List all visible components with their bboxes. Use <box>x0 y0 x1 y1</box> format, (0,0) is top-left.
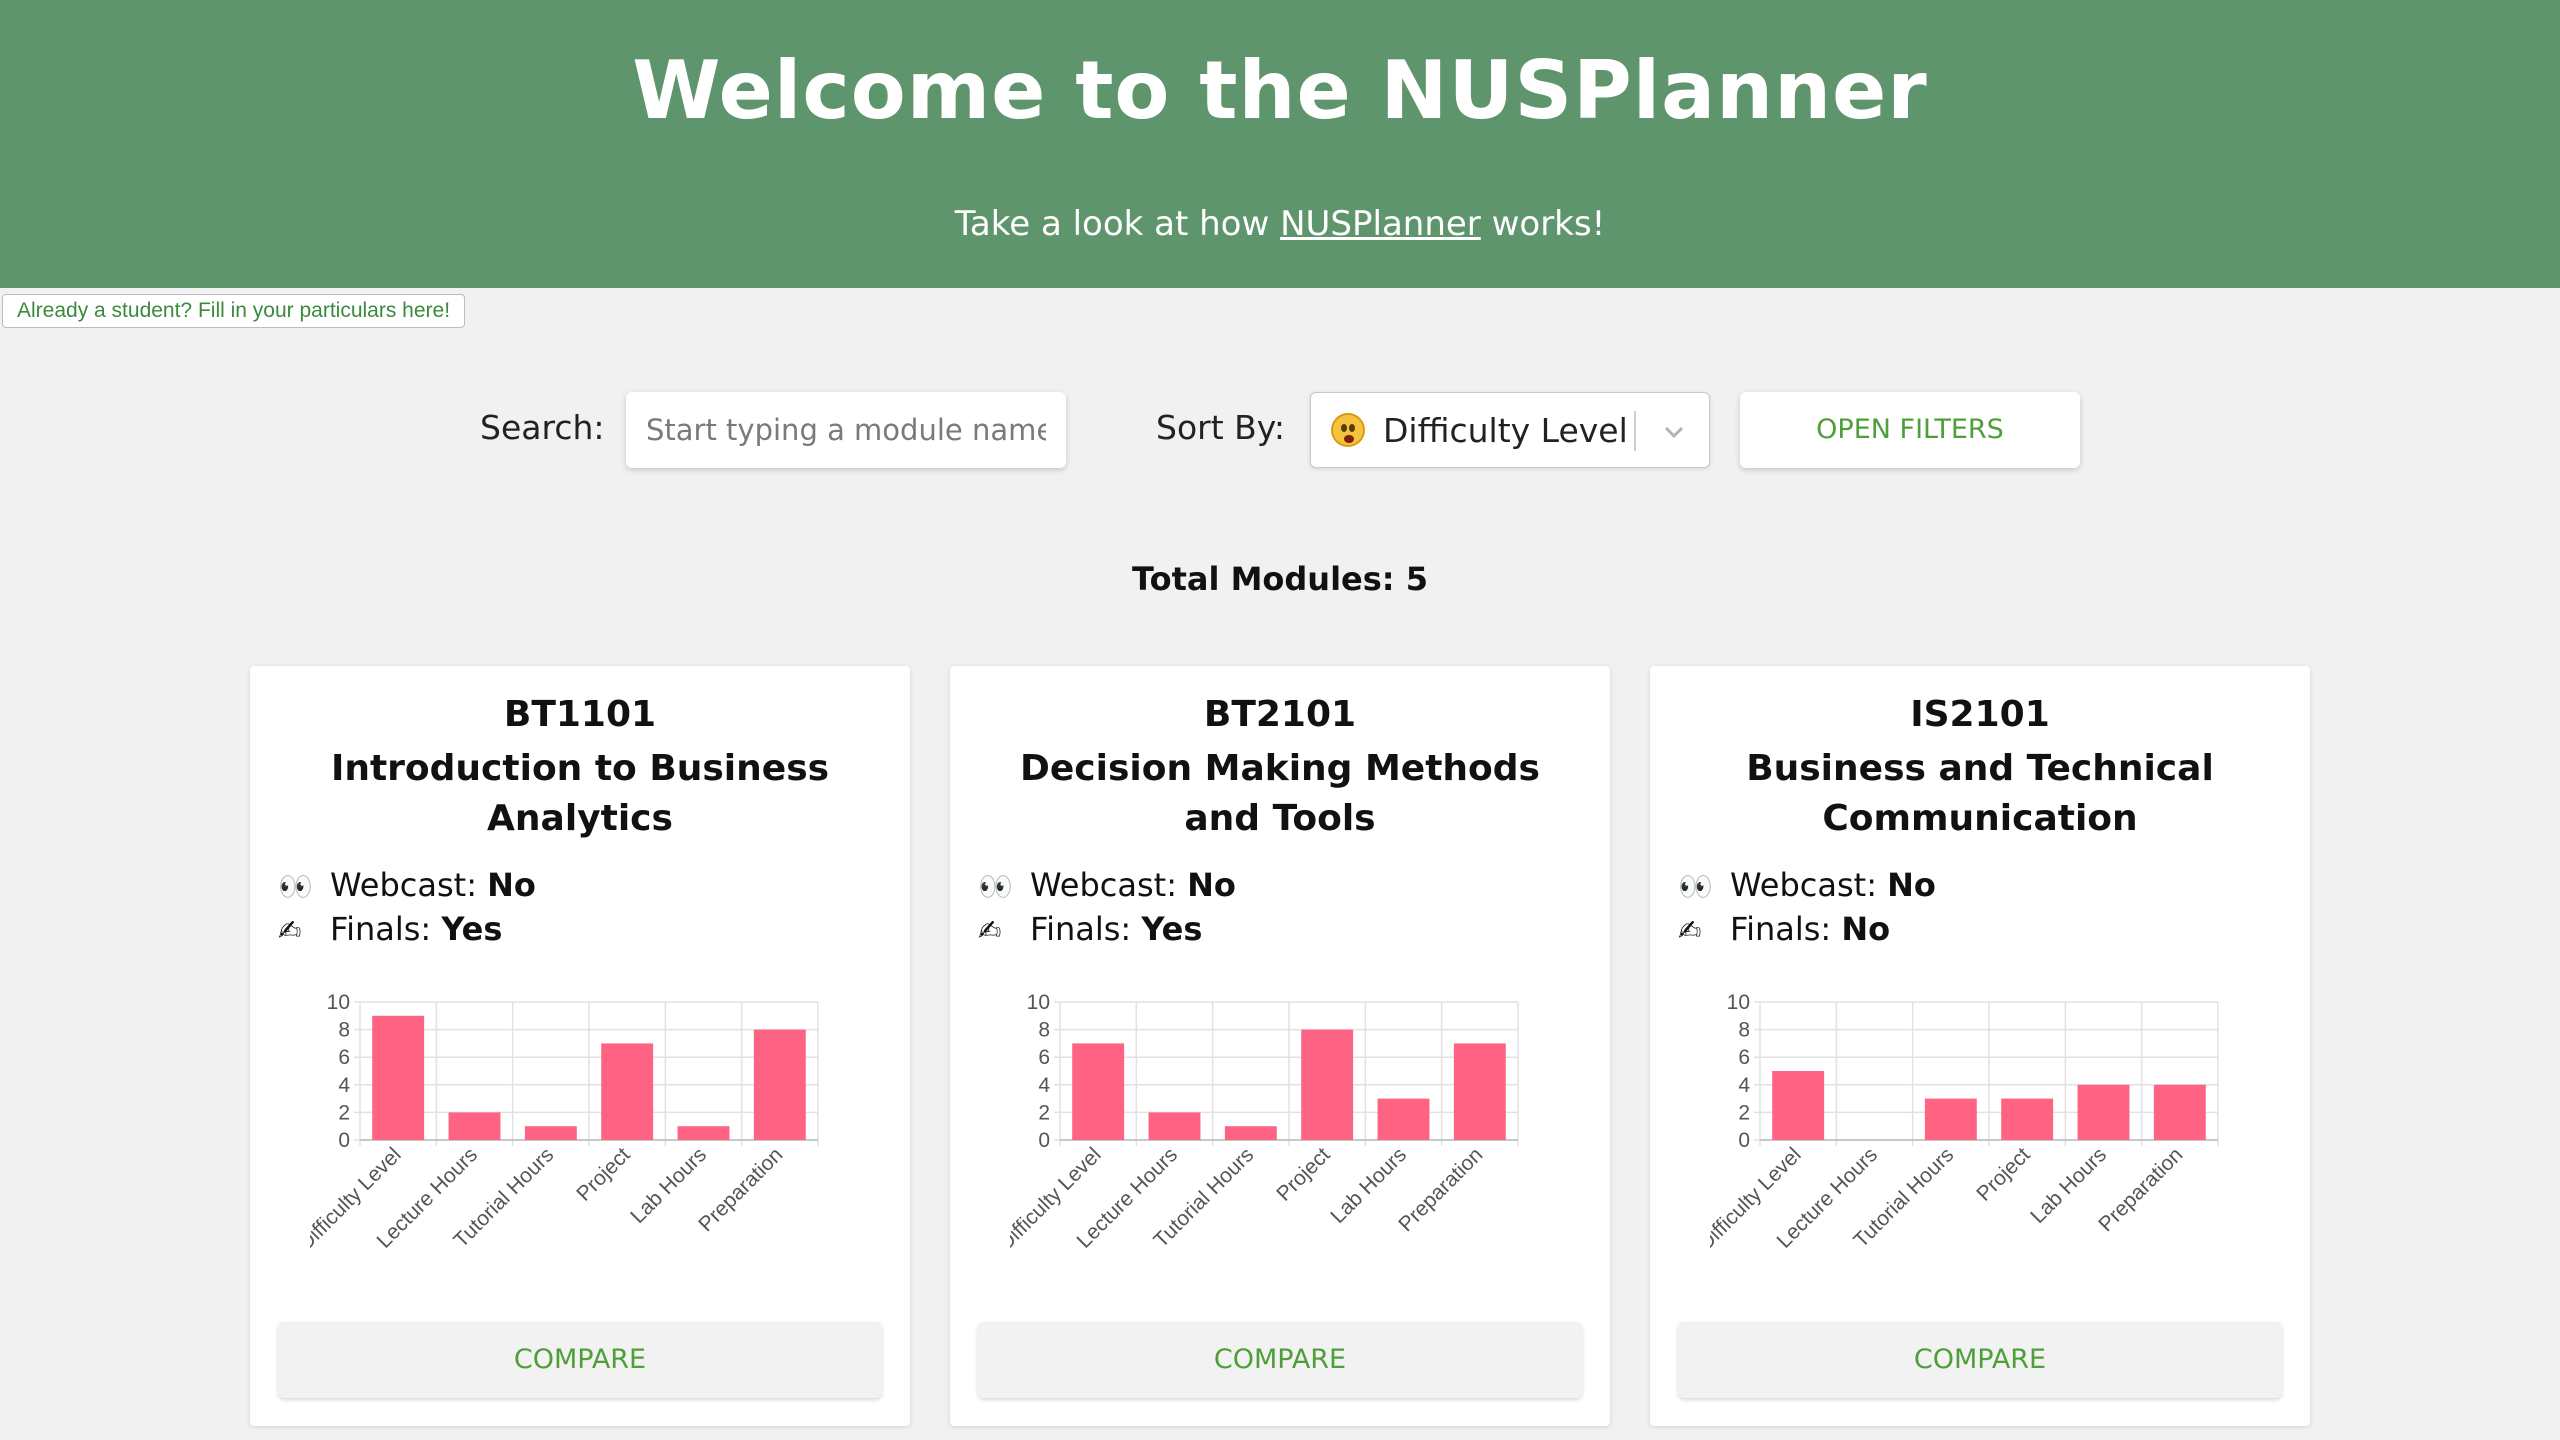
y-tick-label: 10 <box>1027 991 1050 1014</box>
y-tick-label: 4 <box>338 1074 350 1097</box>
webcast-label: Webcast: <box>1030 866 1188 904</box>
eyes-icon: 👀 <box>1678 870 1713 903</box>
nusplanner-link[interactable]: NUSPlanner <box>1280 204 1481 244</box>
webcast-row: 👀 Webcast: No <box>1678 866 1936 904</box>
page-subtitle: Take a look at how NUSPlanner works! <box>0 204 2560 244</box>
module-title: Introduction to Business Analytics <box>330 748 830 839</box>
finals-label: Finals: <box>1730 910 1842 948</box>
module-stats-chart: 0246810Difficulty LevelLecture HoursTuto… <box>1710 991 2219 1255</box>
module-code: IS2101 <box>1910 694 2050 735</box>
webcast-label: Webcast: <box>1730 866 1888 904</box>
y-tick-label: 2 <box>1738 1101 1750 1124</box>
y-tick-label: 10 <box>1727 991 1750 1014</box>
y-tick-label: 6 <box>1038 1046 1050 1069</box>
y-tick-label: 8 <box>1038 1019 1050 1042</box>
y-tick-label: 0 <box>1738 1129 1750 1152</box>
finals-label: Finals: <box>330 910 442 948</box>
chart-bar <box>1301 1029 1354 1140</box>
chart-bar <box>753 1029 806 1140</box>
sort-selected-value: Difficulty Level <box>1383 411 1628 450</box>
chart-bar <box>448 1112 501 1140</box>
chevron-down-icon[interactable] <box>1659 417 1689 447</box>
compare-button[interactable]: COMPARE <box>278 1322 882 1398</box>
compare-button[interactable]: COMPARE <box>1678 1322 2282 1398</box>
chart-bar <box>601 1043 654 1140</box>
search-input[interactable] <box>626 392 1066 468</box>
chart-bar <box>2001 1098 2054 1140</box>
x-tick-label: Project <box>1972 1143 2035 1206</box>
sort-label: Sort By: <box>1156 408 1286 447</box>
chart-bar <box>1072 1043 1125 1140</box>
header-banner: Welcome to the NUSPlanner Take a look at… <box>0 0 2560 288</box>
module-stats-chart: 0246810Difficulty LevelLecture HoursTuto… <box>310 991 819 1255</box>
webcast-label: Webcast: <box>330 866 488 904</box>
writing-hand-icon: ✍ <box>1678 914 1702 947</box>
y-tick-label: 6 <box>338 1046 350 1069</box>
finals-label: Finals: <box>1030 910 1142 948</box>
finals-value: No <box>1841 910 1891 948</box>
webcast-value: No <box>487 866 536 904</box>
writing-hand-icon: ✍ <box>978 914 1002 947</box>
chart-bar <box>372 1015 425 1140</box>
y-tick-label: 4 <box>1038 1074 1050 1097</box>
module-title: Decision Making Methods and Tools <box>1020 748 1540 839</box>
x-tick-label: Project <box>572 1143 635 1206</box>
search-label: Search: <box>480 408 605 447</box>
y-tick-label: 4 <box>1738 1074 1750 1097</box>
chart-bar <box>1453 1043 1506 1140</box>
select-separator <box>1634 411 1636 451</box>
finals-row: ✍ Finals: Yes <box>978 910 1202 948</box>
chart-bar <box>1224 1126 1277 1140</box>
y-tick-label: 2 <box>338 1101 350 1124</box>
finals-row: ✍ Finals: Yes <box>278 910 502 948</box>
webcast-row: 👀 Webcast: No <box>978 866 1236 904</box>
finals-value: Yes <box>1141 910 1203 948</box>
y-tick-label: 10 <box>327 991 350 1014</box>
y-tick-label: 6 <box>1738 1046 1750 1069</box>
finals-value: Yes <box>441 910 503 948</box>
chart-bar <box>677 1126 730 1140</box>
writing-hand-icon: ✍ <box>278 914 302 947</box>
chart-bar <box>1772 1071 1825 1140</box>
chart-bar <box>1924 1098 1977 1140</box>
eyes-icon: 👀 <box>278 870 313 903</box>
student-particulars-button[interactable]: Already a student? Fill in your particul… <box>2 294 466 328</box>
module-code: BT2101 <box>1203 694 1357 735</box>
module-card: IS2101 Business and Technical Communicat… <box>1650 666 2310 1426</box>
module-code: BT1101 <box>503 694 657 735</box>
compare-button[interactable]: COMPARE <box>978 1322 1582 1398</box>
y-tick-label: 8 <box>1738 1019 1750 1042</box>
y-tick-label: 2 <box>1038 1101 1050 1124</box>
chart-bar <box>1377 1098 1430 1140</box>
sort-select[interactable]: Difficulty Level <box>1310 392 1710 468</box>
y-tick-label: 0 <box>338 1129 350 1152</box>
webcast-value: No <box>1187 866 1236 904</box>
x-tick-label: Project <box>1272 1143 1335 1206</box>
total-modules-count: Total Modules: 5 <box>1132 560 1428 598</box>
page-title: Welcome to the NUSPlanner <box>632 44 1928 137</box>
chart-bar <box>2077 1084 2130 1140</box>
module-title: Business and Technical Communication <box>1746 748 2214 839</box>
astonished-face-icon <box>1331 413 1365 447</box>
module-card: BT2101 Decision Making Methods and Tools… <box>950 666 1610 1426</box>
y-tick-label: 8 <box>338 1019 350 1042</box>
chart-bar <box>1148 1112 1201 1140</box>
y-tick-label: 0 <box>1038 1129 1050 1152</box>
chart-bar <box>2153 1084 2206 1140</box>
finals-row: ✍ Finals: No <box>1678 910 1890 948</box>
module-stats-chart: 0246810Difficulty LevelLecture HoursTuto… <box>1010 991 1519 1255</box>
subtitle-text-end: works! <box>1480 204 1606 244</box>
module-card: BT1101 Introduction to Business Analytic… <box>250 666 910 1426</box>
webcast-value: No <box>1887 866 1936 904</box>
open-filters-button[interactable]: OPEN FILTERS <box>1740 392 2080 468</box>
eyes-icon: 👀 <box>978 870 1013 903</box>
chart-bar <box>524 1126 577 1140</box>
webcast-row: 👀 Webcast: No <box>278 866 536 904</box>
subtitle-text: Take a look at how <box>954 204 1281 244</box>
